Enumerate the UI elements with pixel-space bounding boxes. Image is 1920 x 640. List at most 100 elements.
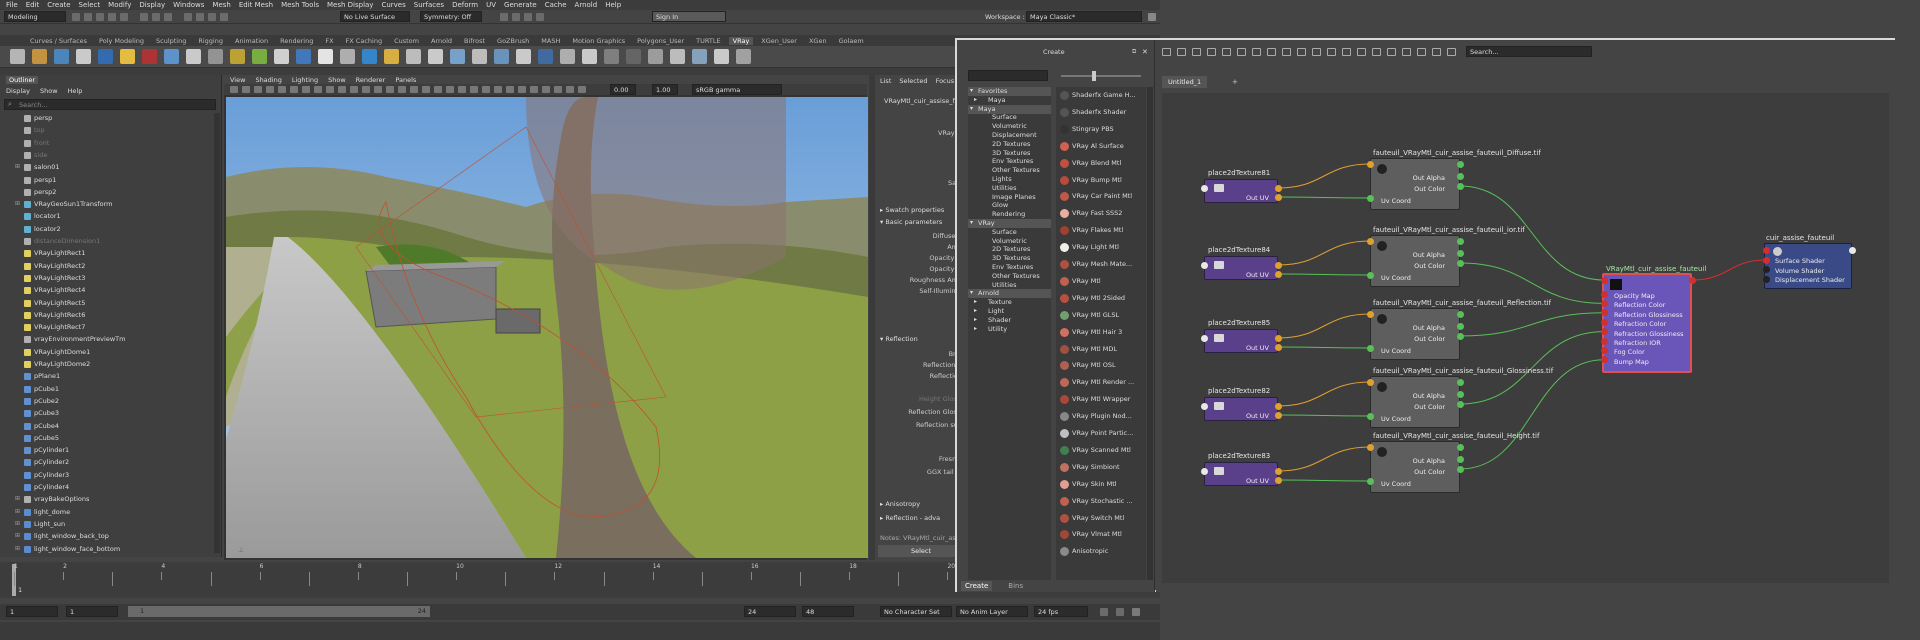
out-alpha-port[interactable]: [1456, 322, 1464, 330]
viewport-tool-icon[interactable]: [374, 86, 382, 93]
category-item[interactable]: Env Textures: [968, 157, 1051, 166]
out-alpha-port[interactable]: [1456, 455, 1464, 463]
select-button[interactable]: Select: [878, 545, 964, 557]
create-node-item[interactable]: VRay Mtl Wrapper: [1056, 391, 1144, 407]
viewport-menu-renderer[interactable]: Renderer: [356, 76, 386, 84]
material-input-port[interactable]: [1600, 337, 1608, 345]
create-node-item[interactable]: VRay Plugin Nod...: [1056, 408, 1144, 424]
outliner-item[interactable]: pCube5: [0, 433, 214, 445]
shelf-tab-golaem[interactable]: Golaem: [835, 37, 868, 45]
shelf-tool-icon[interactable]: [186, 49, 201, 64]
create-node-item[interactable]: Shaderfx Shader: [1056, 104, 1144, 120]
shelf-tool-icon[interactable]: [648, 49, 663, 64]
node-editor-tool-icon[interactable]: [1192, 48, 1201, 56]
create-node-item[interactable]: VRay Mtl Hair 3: [1056, 324, 1144, 340]
shelf-tool-icon[interactable]: [76, 49, 91, 64]
shelf-tool-icon[interactable]: [54, 49, 69, 64]
menu-cache[interactable]: Cache: [545, 1, 567, 9]
shelf-tab-curves-surfaces[interactable]: Curves / Surfaces: [26, 37, 91, 45]
node-editor-tool-icon[interactable]: [1342, 48, 1351, 56]
category-item[interactable]: Other Textures: [968, 272, 1051, 281]
out-color-port[interactable]: [1456, 465, 1464, 473]
expand-icon[interactable]: ⊞: [15, 532, 20, 539]
shelf-tab-rendering[interactable]: Rendering: [276, 37, 317, 45]
place2d-input-port[interactable]: [1200, 467, 1208, 475]
outliner-item[interactable]: persp: [0, 113, 214, 125]
command-line[interactable]: [0, 622, 1160, 640]
create-node-item[interactable]: VRay Mtl: [1056, 273, 1144, 289]
category-item[interactable]: ▾ Maya: [968, 104, 1051, 114]
menu-windows[interactable]: Windows: [173, 1, 204, 9]
outliner-item[interactable]: VRayLightDome1: [0, 347, 214, 359]
autokey-icon[interactable]: [1100, 608, 1108, 616]
category-item[interactable]: ▸ Texture: [968, 298, 1051, 307]
node-editor-tool-icon[interactable]: [1372, 48, 1381, 56]
outliner-item[interactable]: vrayEnvironmentPreviewTm: [0, 334, 214, 346]
sign-in-button[interactable]: Sign In: [652, 11, 726, 22]
place2d-input-port[interactable]: [1200, 261, 1208, 269]
category-item[interactable]: 2D Textures: [968, 140, 1051, 149]
category-item[interactable]: ▾ Arnold: [968, 289, 1051, 299]
outliner-item[interactable]: top: [0, 125, 214, 137]
attr-tab-focus[interactable]: Focus: [936, 77, 955, 85]
menu-mesh-display[interactable]: Mesh Display: [327, 1, 373, 9]
material-main-input-port[interactable]: [1600, 276, 1608, 284]
viewport-tool-icon[interactable]: [410, 86, 418, 93]
create-node-item[interactable]: VRay Blend Mtl: [1056, 155, 1144, 171]
key-prefs-icon[interactable]: [1116, 608, 1124, 616]
new-scene-icon[interactable]: [72, 13, 80, 21]
viewport-tool-icon[interactable]: [494, 86, 502, 93]
expand-icon[interactable]: ⊞: [15, 520, 20, 527]
expand-icon[interactable]: ⊞: [15, 545, 20, 552]
shelf-tool-icon[interactable]: [406, 49, 421, 64]
outliner-item[interactable]: ⊞ VRayGeoSun1Transform: [0, 199, 214, 211]
menu-uv[interactable]: UV: [486, 1, 496, 9]
shelf-tool-icon[interactable]: [32, 49, 47, 64]
outliner-item[interactable]: ⊞ Light_sun: [0, 519, 214, 531]
menu-surfaces[interactable]: Surfaces: [414, 1, 444, 9]
category-item[interactable]: ▸ Light: [968, 307, 1051, 316]
create-node-item[interactable]: VRay Stochastic ...: [1056, 493, 1144, 509]
snap-point-icon[interactable]: [208, 13, 216, 21]
shelf-tool-icon[interactable]: [296, 49, 311, 64]
out-uv-port[interactable]: [1274, 411, 1282, 419]
create-node-item[interactable]: VRay Light Mtl: [1056, 239, 1144, 255]
place2d-input-port[interactable]: [1200, 334, 1208, 342]
material-input-port[interactable]: [1600, 290, 1608, 298]
shelf-tab-vray[interactable]: VRay: [728, 36, 754, 45]
file-input-port[interactable]: [1366, 310, 1374, 318]
uv-coord-wire[interactable]: [1277, 346, 1371, 349]
out-color-port[interactable]: [1456, 332, 1464, 340]
place2d-output-port[interactable]: [1274, 467, 1282, 475]
outliner-item[interactable]: persp1: [0, 175, 214, 187]
file-texture-node[interactable]: Out Alpha Out Color Uv Coord: [1370, 376, 1460, 428]
outliner-item[interactable]: locator1: [0, 211, 214, 223]
shelf-tab-xgen[interactable]: XGen: [805, 37, 831, 45]
shelf-tab-bifrost[interactable]: Bifrost: [460, 37, 489, 45]
outliner-item[interactable]: pCube2: [0, 396, 214, 408]
category-item[interactable]: ▸ Shader: [968, 316, 1051, 325]
menu-mesh[interactable]: Mesh: [212, 1, 230, 9]
menu-create[interactable]: Create: [47, 1, 70, 9]
viewport-tool-icon[interactable]: [278, 86, 286, 93]
material-input-port[interactable]: [1600, 328, 1608, 336]
outliner-item[interactable]: VRayLightRect2: [0, 261, 214, 273]
outliner-item[interactable]: VRayLightRect6: [0, 310, 214, 322]
place2d-node[interactable]: Out UV: [1204, 256, 1278, 280]
playback-prefs-icon[interactable]: [1132, 608, 1140, 616]
hypershade-icon[interactable]: [536, 13, 544, 21]
category-item[interactable]: 2D Textures: [968, 245, 1051, 254]
node-editor-tool-icon[interactable]: [1162, 48, 1171, 56]
outliner-item[interactable]: persp2: [0, 187, 214, 199]
surface-shader-port[interactable]: [1762, 256, 1770, 264]
snap-curve-icon[interactable]: [196, 13, 204, 21]
shelf-tool-icon[interactable]: [230, 49, 245, 64]
shelf-tool-icon[interactable]: [494, 49, 509, 64]
viewport-tool-icon[interactable]: [542, 86, 550, 93]
file-input-port[interactable]: [1366, 378, 1374, 386]
playback-end-field[interactable]: 24: [744, 606, 796, 617]
node-editor-tool-icon[interactable]: [1447, 48, 1456, 56]
category-item[interactable]: Glow: [968, 201, 1051, 210]
out-color-port[interactable]: [1456, 259, 1464, 267]
attr-node-name[interactable]: VRayMtl_cuir_assise_fa: [884, 97, 964, 105]
